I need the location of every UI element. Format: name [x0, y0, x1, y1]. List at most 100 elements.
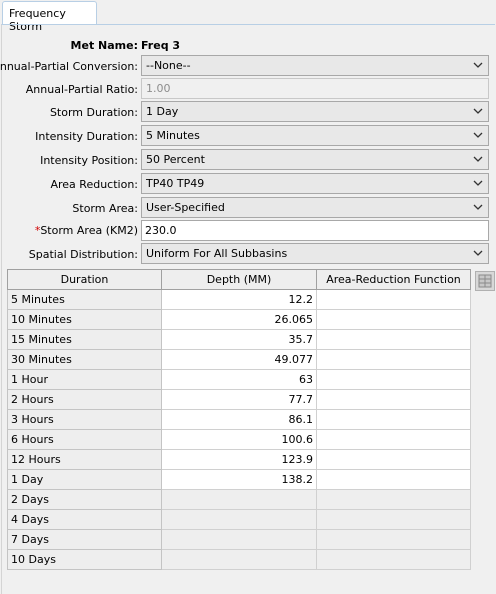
duration-cell: 5 Minutes	[7, 289, 162, 310]
tab-frequency-storm[interactable]: Frequency Storm	[2, 1, 97, 33]
intensity-position-select[interactable]: 50 Percent	[141, 149, 489, 170]
spatial-distribution-value: Uniform For All Subbasins	[146, 247, 288, 260]
duration-cell: 2 Hours	[7, 389, 162, 410]
depth-cell	[161, 509, 317, 530]
intensity-duration-label: Intensity Duration:	[35, 130, 138, 143]
area-reduction-function-cell[interactable]	[316, 289, 471, 310]
depth-cell[interactable]: 63	[161, 369, 317, 390]
storm-area-value: User-Specified	[146, 201, 225, 214]
storm-area-select[interactable]: User-Specified	[141, 197, 489, 218]
met-name-value: Freq 3	[141, 39, 181, 52]
table-row: 15 Minutes 35.7	[7, 329, 471, 350]
area-reduction-select[interactable]: TP40 TP49	[141, 173, 489, 194]
depth-cell[interactable]: 138.2	[161, 469, 317, 490]
intensity-position-value: 50 Percent	[146, 153, 205, 166]
duration-cell: 7 Days	[7, 529, 162, 550]
area-reduction-function-cell	[316, 529, 471, 550]
area-reduction-value: TP40 TP49	[146, 177, 205, 190]
table-options-button[interactable]	[475, 271, 495, 291]
depth-cell[interactable]: 12.2	[161, 289, 317, 310]
chevron-down-icon	[473, 132, 483, 138]
depth-cell[interactable]: 49.077	[161, 349, 317, 370]
duration-cell: 1 Hour	[7, 369, 162, 390]
area-reduction-function-cell[interactable]	[316, 389, 471, 410]
table-row: 3 Hours 86.1	[7, 409, 471, 430]
depth-cell[interactable]: 77.7	[161, 389, 317, 410]
spatial-distribution-select[interactable]: Uniform For All Subbasins	[141, 243, 489, 264]
storm-area-km2-label-text: Storm Area (KM2)	[40, 224, 138, 237]
duration-cell: 10 Days	[7, 549, 162, 570]
table-icon	[478, 274, 492, 288]
depth-cell[interactable]: 123.9	[161, 449, 317, 470]
chevron-down-icon	[473, 156, 483, 162]
depth-cell	[161, 549, 317, 570]
duration-cell: 12 Hours	[7, 449, 162, 470]
depth-cell[interactable]: 100.6	[161, 429, 317, 450]
depth-cell[interactable]: 35.7	[161, 329, 317, 350]
area-reduction-function-cell[interactable]	[316, 349, 471, 370]
depth-cell	[161, 529, 317, 550]
duration-depth-table: Duration Depth (MM) Area-Reduction Funct…	[7, 269, 471, 570]
met-name-label: Met Name:	[70, 39, 138, 52]
chevron-down-icon	[473, 62, 483, 68]
table-row: 1 Day 138.2	[7, 469, 471, 490]
area-reduction-function-cell[interactable]	[316, 329, 471, 350]
duration-cell: 3 Hours	[7, 409, 162, 430]
area-reduction-function-cell	[316, 509, 471, 530]
depth-cell	[161, 489, 317, 510]
tab-bar: Frequency Storm	[0, 0, 496, 33]
annual-partial-conversion-select[interactable]: --None--	[141, 55, 489, 76]
intensity-position-label: Intensity Position:	[40, 154, 138, 167]
table-row: 6 Hours 100.6	[7, 429, 471, 450]
column-header-duration[interactable]: Duration	[7, 269, 162, 290]
table-row: 7 Days	[7, 529, 471, 550]
storm-duration-value: 1 Day	[146, 105, 179, 118]
table-row: 5 Minutes 12.2	[7, 289, 471, 310]
storm-duration-label: Storm Duration:	[49, 106, 138, 119]
area-reduction-function-cell[interactable]	[316, 369, 471, 390]
area-reduction-function-cell[interactable]	[316, 449, 471, 470]
depth-cell[interactable]: 86.1	[161, 409, 317, 430]
table-row: 10 Days	[7, 549, 471, 570]
storm-area-label: Storm Area:	[72, 202, 138, 215]
table-row: 2 Days	[7, 489, 471, 510]
depth-cell[interactable]: 26.065	[161, 309, 317, 330]
chevron-down-icon	[473, 250, 483, 256]
storm-area-km2-label: *Storm Area (KM2)	[35, 224, 138, 237]
table-row: 4 Days	[7, 509, 471, 530]
table-row: 30 Minutes 49.077	[7, 349, 471, 370]
table-row: 12 Hours 123.9	[7, 449, 471, 470]
chevron-down-icon	[473, 180, 483, 186]
annual-partial-ratio-field: 1.00	[141, 78, 489, 99]
duration-cell: 2 Days	[7, 489, 162, 510]
duration-cell: 1 Day	[7, 469, 162, 490]
duration-cell: 30 Minutes	[7, 349, 162, 370]
area-reduction-label: Area Reduction:	[50, 178, 138, 191]
column-header-area-reduction-function[interactable]: Area-Reduction Function	[316, 269, 471, 290]
annual-partial-ratio-value: 1.00	[146, 82, 171, 95]
storm-duration-select[interactable]: 1 Day	[141, 101, 489, 122]
chevron-down-icon	[473, 204, 483, 210]
duration-cell: 15 Minutes	[7, 329, 162, 350]
spatial-distribution-label: Spatial Distribution:	[28, 248, 138, 261]
area-reduction-function-cell[interactable]	[316, 409, 471, 430]
area-reduction-function-cell	[316, 549, 471, 570]
area-reduction-function-cell[interactable]	[316, 309, 471, 330]
area-reduction-function-cell	[316, 489, 471, 510]
table-row: 10 Minutes 26.065	[7, 309, 471, 330]
annual-partial-conversion-label: Annual-Partial Conversion:	[0, 60, 138, 73]
area-reduction-function-cell[interactable]	[316, 469, 471, 490]
table-row: 1 Hour 63	[7, 369, 471, 390]
intensity-duration-select[interactable]: 5 Minutes	[141, 125, 489, 146]
duration-cell: 10 Minutes	[7, 309, 162, 330]
duration-cell: 6 Hours	[7, 429, 162, 450]
duration-cell: 4 Days	[7, 509, 162, 530]
storm-area-km2-input[interactable]: 230.0	[141, 220, 489, 241]
table-header-row: Duration Depth (MM) Area-Reduction Funct…	[7, 269, 471, 290]
table-row: 2 Hours 77.7	[7, 389, 471, 410]
column-header-depth[interactable]: Depth (MM)	[161, 269, 317, 290]
area-reduction-function-cell[interactable]	[316, 429, 471, 450]
storm-area-km2-value: 230.0	[145, 224, 177, 237]
intensity-duration-value: 5 Minutes	[146, 129, 200, 142]
chevron-down-icon	[473, 108, 483, 114]
